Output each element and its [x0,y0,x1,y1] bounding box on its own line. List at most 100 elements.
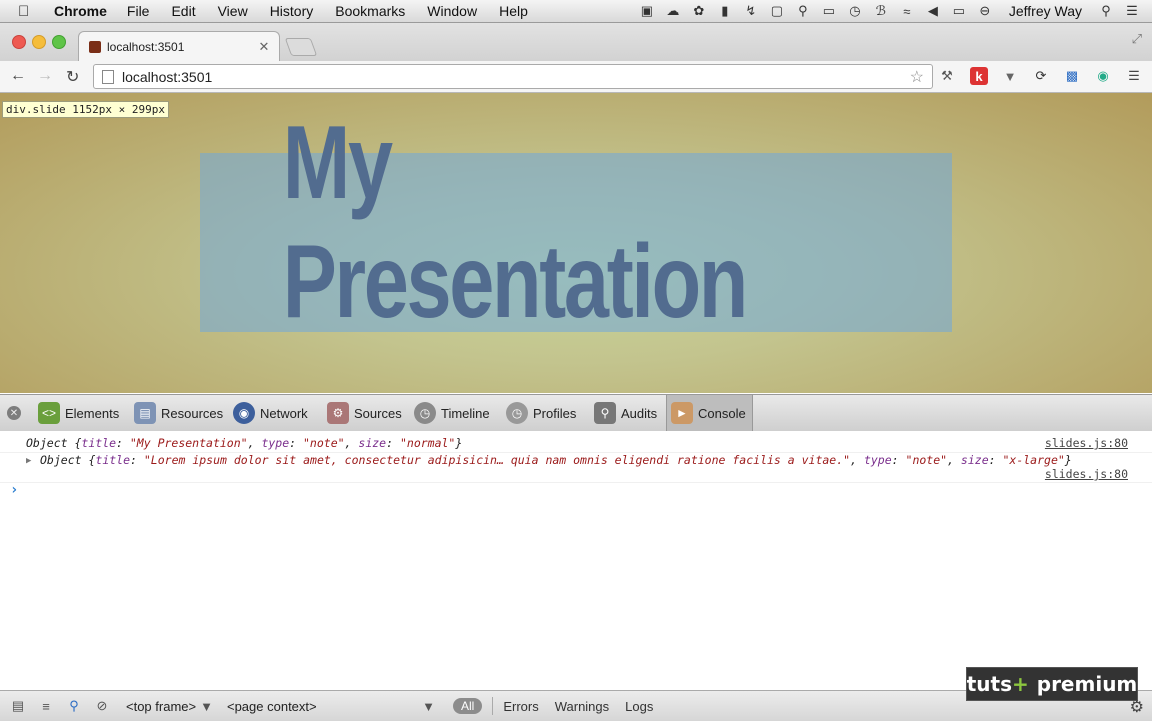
object-suffix: } [455,436,463,450]
tab-profiles-label: Profiles [533,405,577,421]
back-arrow-icon[interactable]: ← [10,67,26,85]
battery-icon[interactable]: ▭ [951,3,967,18]
wrench-icon[interactable]: ⚒ [938,67,956,85]
object-suffix: } [1064,453,1072,467]
reload-icon[interactable]: ↻ [66,67,79,87]
console-log-entry[interactable]: Object {title: "Lorem ipsum dolor sit am… [40,453,1072,467]
fullscreen-icon[interactable]: ⤢ [1132,31,1142,47]
resources-icon: ▤ [134,402,156,424]
network-icon: ◉ [233,402,255,424]
tab-audits-label: Audits [621,405,658,421]
menu-window[interactable]: Window [427,3,477,19]
close-window-button[interactable] [12,35,26,49]
object-value: "note" [905,453,948,467]
expand-triangle-icon[interactable]: ▶ [26,456,31,466]
paw-icon[interactable]: ✿ [691,3,707,18]
new-tab-button[interactable] [284,38,318,56]
color-picker-icon[interactable]: ◉ [1094,67,1112,85]
tab-timeline[interactable]: ◷ Timeline [414,401,490,425]
dock-icon[interactable]: ▤ [8,696,28,716]
minimize-window-button[interactable] [32,35,46,49]
object-key: type [863,453,892,467]
context-select[interactable]: <page context> ▼ [227,699,435,714]
tab-resources[interactable]: ▤ Resources [134,401,223,425]
source-link[interactable]: slides.js:80 [1045,436,1128,450]
console-log-entry[interactable]: Object {title: "My Presentation", type: … [26,436,462,450]
bookmark-star-icon[interactable]: ☆ [910,67,924,87]
tab-sources[interactable]: ⚙ Sources [327,401,402,425]
screen-icon[interactable]: ▭ [821,3,837,18]
tab-profiles[interactable]: ◷ Profiles [506,401,576,425]
chrome-menu-icon[interactable]: ☰ [1125,67,1143,85]
tab-close-icon[interactable]: ✕ [257,39,271,55]
bluetooth-icon[interactable]: ℬ [873,3,889,18]
object-value: "note" [303,436,345,450]
tab-sources-label: Sources [354,405,402,421]
apple-menu-icon[interactable]:  [18,3,38,20]
console-prompt-icon[interactable]: › [10,482,18,498]
console-output[interactable]: Object {title: "My Presentation", type: … [0,431,1152,689]
filter-divider [492,697,494,715]
sync-extension-icon[interactable]: ⟳ [1032,67,1050,85]
close-devtools-icon[interactable]: ✕ [7,406,21,420]
screen-capture-icon[interactable]: ▩ [1063,67,1081,85]
spotlight-search-icon[interactable]: ⚲ [1098,3,1114,18]
tab-timeline-label: Timeline [441,405,490,421]
volume-icon[interactable]: ◀ [925,3,941,18]
frame-select[interactable]: <top frame> ▼ [126,699,213,714]
clear-console-icon[interactable]: ⊘ [92,696,112,716]
url-text[interactable]: localhost:3501 [122,69,910,85]
minus-circle-icon[interactable]: ⊖ [977,3,993,18]
address-bar[interactable]: localhost:3501 ☆ [93,64,933,89]
tab-strip: localhost:3501 ✕ ⤢ [0,23,1152,62]
tab-network[interactable]: ◉ Network [233,401,308,425]
app-menu-chrome[interactable]: Chrome [54,3,107,19]
tab-elements[interactable]: <> Elements [38,401,119,425]
wifi-icon[interactable]: ≈ [899,4,915,19]
menu-bookmarks[interactable]: Bookmarks [335,3,405,19]
page-viewport: div.slide 1152px × 299px My Presentation [0,93,1152,393]
source-link[interactable]: slides.js:80 [1045,467,1128,481]
object-value: "My Presentation" [129,436,248,450]
show-drawer-icon[interactable]: ≡ [36,696,56,716]
menu-edit[interactable]: Edit [171,3,195,19]
tab-audits[interactable]: ⚲ Audits [594,401,657,425]
camera-icon[interactable]: ▣ [639,3,655,18]
logo-text-tuts: tuts [966,672,1012,696]
magnifier-icon[interactable]: ⚲ [795,3,811,18]
zoom-window-button[interactable] [52,35,66,49]
menu-file[interactable]: File [127,3,150,19]
logo-plus: + [1011,672,1029,696]
tab-favicon-icon [89,41,101,53]
mac-menu-bar:  Chrome File Edit View History Bookmark… [0,0,1152,23]
bookmark-icon[interactable]: ▮ [717,3,733,18]
menu-history[interactable]: History [270,3,314,19]
tab-resources-label: Resources [161,405,224,421]
time-machine-icon[interactable]: ◷ [847,3,863,18]
settings-gear-icon[interactable]: ⚙ [1130,697,1144,717]
lightning-icon[interactable]: ↯ [743,3,759,18]
filter-errors-button[interactable]: Errors [503,699,538,714]
audits-icon: ⚲ [594,402,616,424]
square-icon[interactable]: ▢ [769,3,785,18]
tab-console[interactable]: ► Console [666,395,753,431]
menu-view[interactable]: View [218,3,248,19]
notification-list-icon[interactable]: ☰ [1124,3,1140,18]
forward-arrow-icon[interactable]: → [37,67,53,85]
filter-warnings-button[interactable]: Warnings [555,699,609,714]
context-select-value: <page context> [226,698,317,714]
status-area: ▣ ☁ ✿ ▮ ↯ ▢ ⚲ ▭ ◷ ℬ ≈ ◀ ▭ ⊖ Jeffrey Way … [639,3,1140,19]
menu-help[interactable]: Help [499,3,528,19]
cloud-icon[interactable]: ☁ [665,3,681,18]
search-icon[interactable]: ⚲ [64,696,84,716]
filter-all-button[interactable]: All [452,698,483,714]
logo-text-premium: premium [1036,672,1138,696]
k-extension-icon[interactable]: k [970,67,988,85]
console-separator [0,482,1152,483]
timeline-icon: ◷ [414,402,436,424]
object-key: title [95,453,131,467]
filter-logs-button[interactable]: Logs [625,699,653,714]
user-name[interactable]: Jeffrey Way [1009,3,1082,19]
browser-tab[interactable]: localhost:3501 ✕ [78,31,280,62]
pocket-icon[interactable]: ▼ [1001,67,1019,85]
